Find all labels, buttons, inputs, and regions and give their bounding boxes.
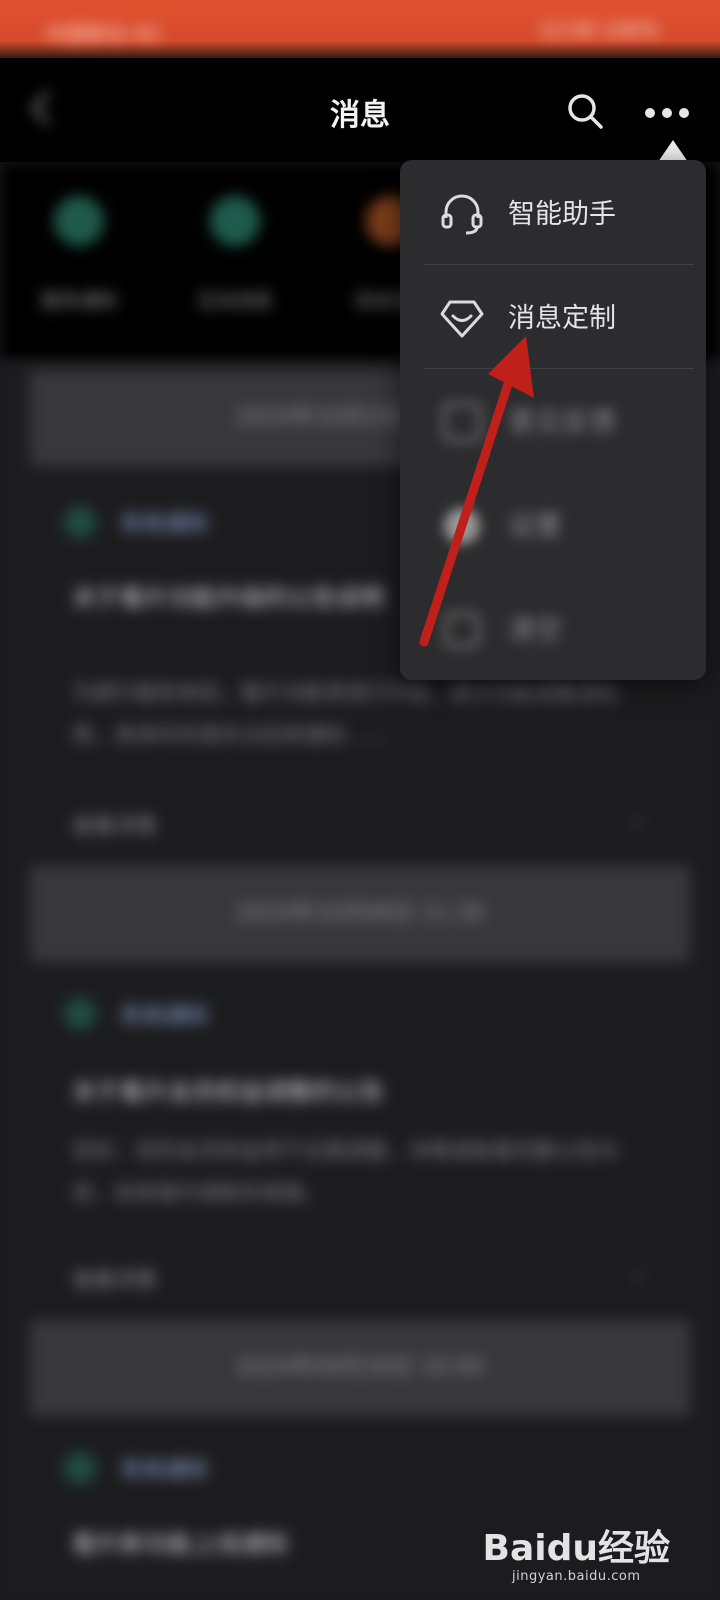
baidu-jingyan-watermark: Baidu经验 jingyan.baidu.com (482, 1528, 670, 1585)
card-title[interactable]: 关于看片会员权益调整的公告 (72, 1072, 632, 1112)
menu-item-message-customize[interactable]: 消息定制 (400, 264, 706, 368)
quick-entry-icon (54, 196, 104, 246)
watermark-logo: Baidu经验 (482, 1528, 670, 1569)
watermark-url: jingyan.baidu.com (512, 1569, 641, 1584)
sender-name: 系统通知 (120, 1004, 209, 1029)
sender-avatar (64, 1452, 96, 1484)
menu-item-label: 清空 (508, 615, 562, 646)
menu-item-feedback[interactable]: 意见反馈 (400, 368, 706, 472)
card-header[interactable]: 系统通知 (64, 998, 208, 1034)
card-footer[interactable]: 查看详情 › (72, 1264, 642, 1294)
more-icon[interactable] (644, 106, 690, 120)
menu-item-label: 消息定制 (508, 303, 616, 334)
quick-entry-item[interactable]: 服务通知 (14, 196, 144, 313)
sender-avatar (64, 506, 96, 538)
sender-avatar (64, 998, 96, 1030)
menu-item-label: 意见反馈 (508, 407, 616, 438)
quick-entry-label: 服务通知 (40, 290, 117, 312)
quick-entry-icon (210, 196, 260, 246)
top-nav-bar: 消息 (0, 58, 720, 162)
menu-item-clear[interactable]: 清空 (400, 576, 706, 680)
sender-name: 系统通知 (120, 512, 209, 537)
clear-icon (444, 612, 480, 648)
sender-name: 系统通知 (120, 1458, 209, 1483)
feedback-icon (442, 402, 482, 442)
quick-entry-label: 互动消息 (196, 290, 273, 312)
menu-item-settings[interactable]: 设置 (400, 472, 706, 576)
card-header[interactable]: 系统通知 (64, 1452, 208, 1488)
date-banner: 2024年10月08日 11:30 (30, 866, 690, 962)
headset-icon (441, 194, 483, 235)
card-body: 为提升服务体验，看片功能将进行升级，部分功能调整请知悉，具体时间请关注后续通知…… (72, 681, 618, 747)
quick-entry-item[interactable]: 互动消息 (170, 196, 300, 313)
more-options-menu: 智能助手 消息定制 意见反馈 设置 清空 (400, 160, 706, 680)
card-footer[interactable]: 查看详情 › (72, 810, 642, 840)
card-footer-label: 查看详情 (72, 1268, 156, 1292)
chevron-right-icon: › (633, 1264, 642, 1288)
menu-item-label: 设置 (508, 511, 562, 542)
search-icon[interactable] (566, 92, 604, 130)
status-time-battery: 12:00 100% (538, 18, 660, 42)
status-bar: 中国移动 4G 12:00 100% (0, 0, 720, 58)
page-title: 消息 (330, 98, 390, 133)
menu-item-smart-assistant[interactable]: 智能助手 (400, 160, 706, 264)
card-header[interactable]: 系统通知 (64, 506, 208, 542)
card-body: 您好，您的会员权益将于近期调整，详情请查看完整公告内容，如有疑问请联系客服。 (72, 1139, 618, 1205)
menu-item-label: 智能助手 (508, 199, 616, 230)
date-banner: 2024年09月30日 10:00 (30, 1320, 690, 1416)
status-carrier: 中国移动 4G (46, 22, 161, 46)
settings-icon (444, 508, 480, 544)
menu-pointer (658, 140, 688, 162)
diamond-chat-icon (440, 300, 484, 338)
card-footer-label: 查看详情 (72, 814, 156, 838)
chevron-right-icon: › (633, 810, 642, 834)
